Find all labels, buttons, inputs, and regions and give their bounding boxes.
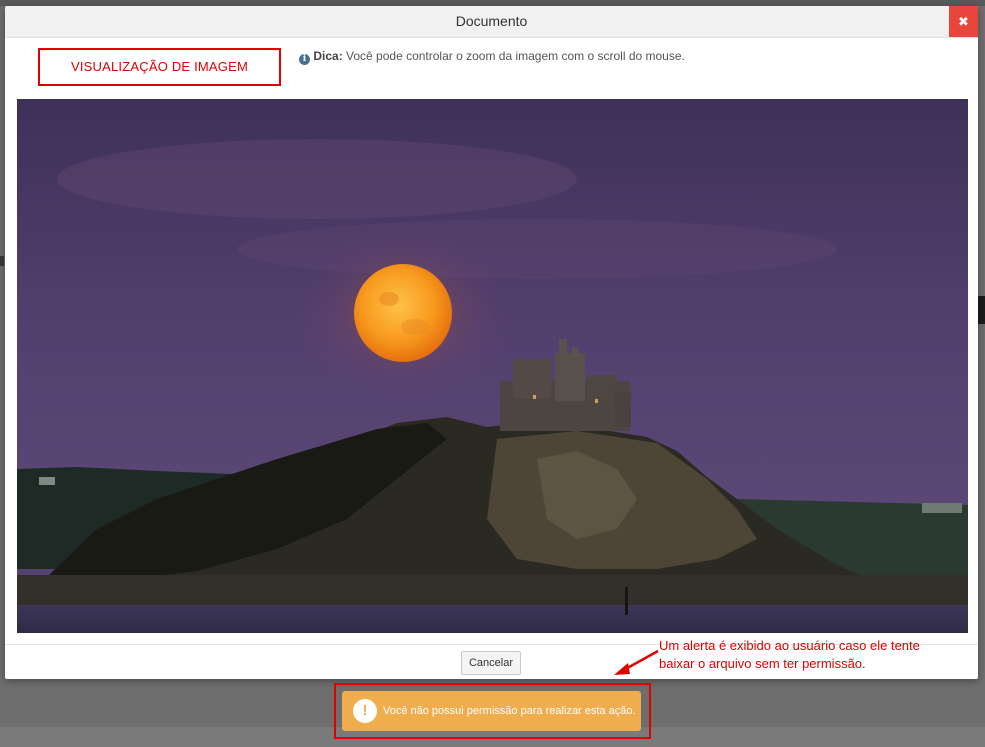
moonrise-castle-photo: [17, 99, 968, 633]
tip-text: Você pode controlar o zoom da imagem com…: [342, 49, 685, 63]
annotation-line-1: Um alerta é exibido ao usuário caso ele …: [659, 638, 920, 653]
annotation-note: Um alerta é exibido ao usuário caso ele …: [659, 637, 979, 673]
permission-alert[interactable]: ! Você não possui permissão para realiza…: [342, 691, 641, 731]
image-view-label: VISUALIZAÇÃO DE IMAGEM: [38, 48, 281, 86]
zoom-tip: i Dica: Você pode controlar o zoom da im…: [299, 48, 685, 65]
background-side-tab: [978, 296, 985, 324]
alert-message: Você não possui permissão para realizar …: [383, 705, 636, 717]
image-viewer[interactable]: [17, 99, 968, 633]
modal-title: Documento: [455, 13, 528, 29]
background-element: [0, 256, 4, 266]
close-icon: ✖: [958, 14, 969, 29]
tip-label: Dica:: [313, 49, 343, 63]
close-button[interactable]: ✖: [949, 6, 978, 37]
modal-header: Documento ✖: [5, 6, 978, 38]
cancel-button[interactable]: Cancelar: [461, 651, 521, 675]
annotation-arrow-icon: [614, 649, 659, 675]
info-circle-icon: i: [299, 54, 310, 65]
annotation-line-2: baixar o arquivo sem ter permissão.: [659, 656, 866, 671]
exclamation-circle-icon: !: [353, 699, 377, 723]
document-modal: Documento ✖ VISUALIZAÇÃO DE IMAGEM i Dic…: [5, 6, 978, 679]
